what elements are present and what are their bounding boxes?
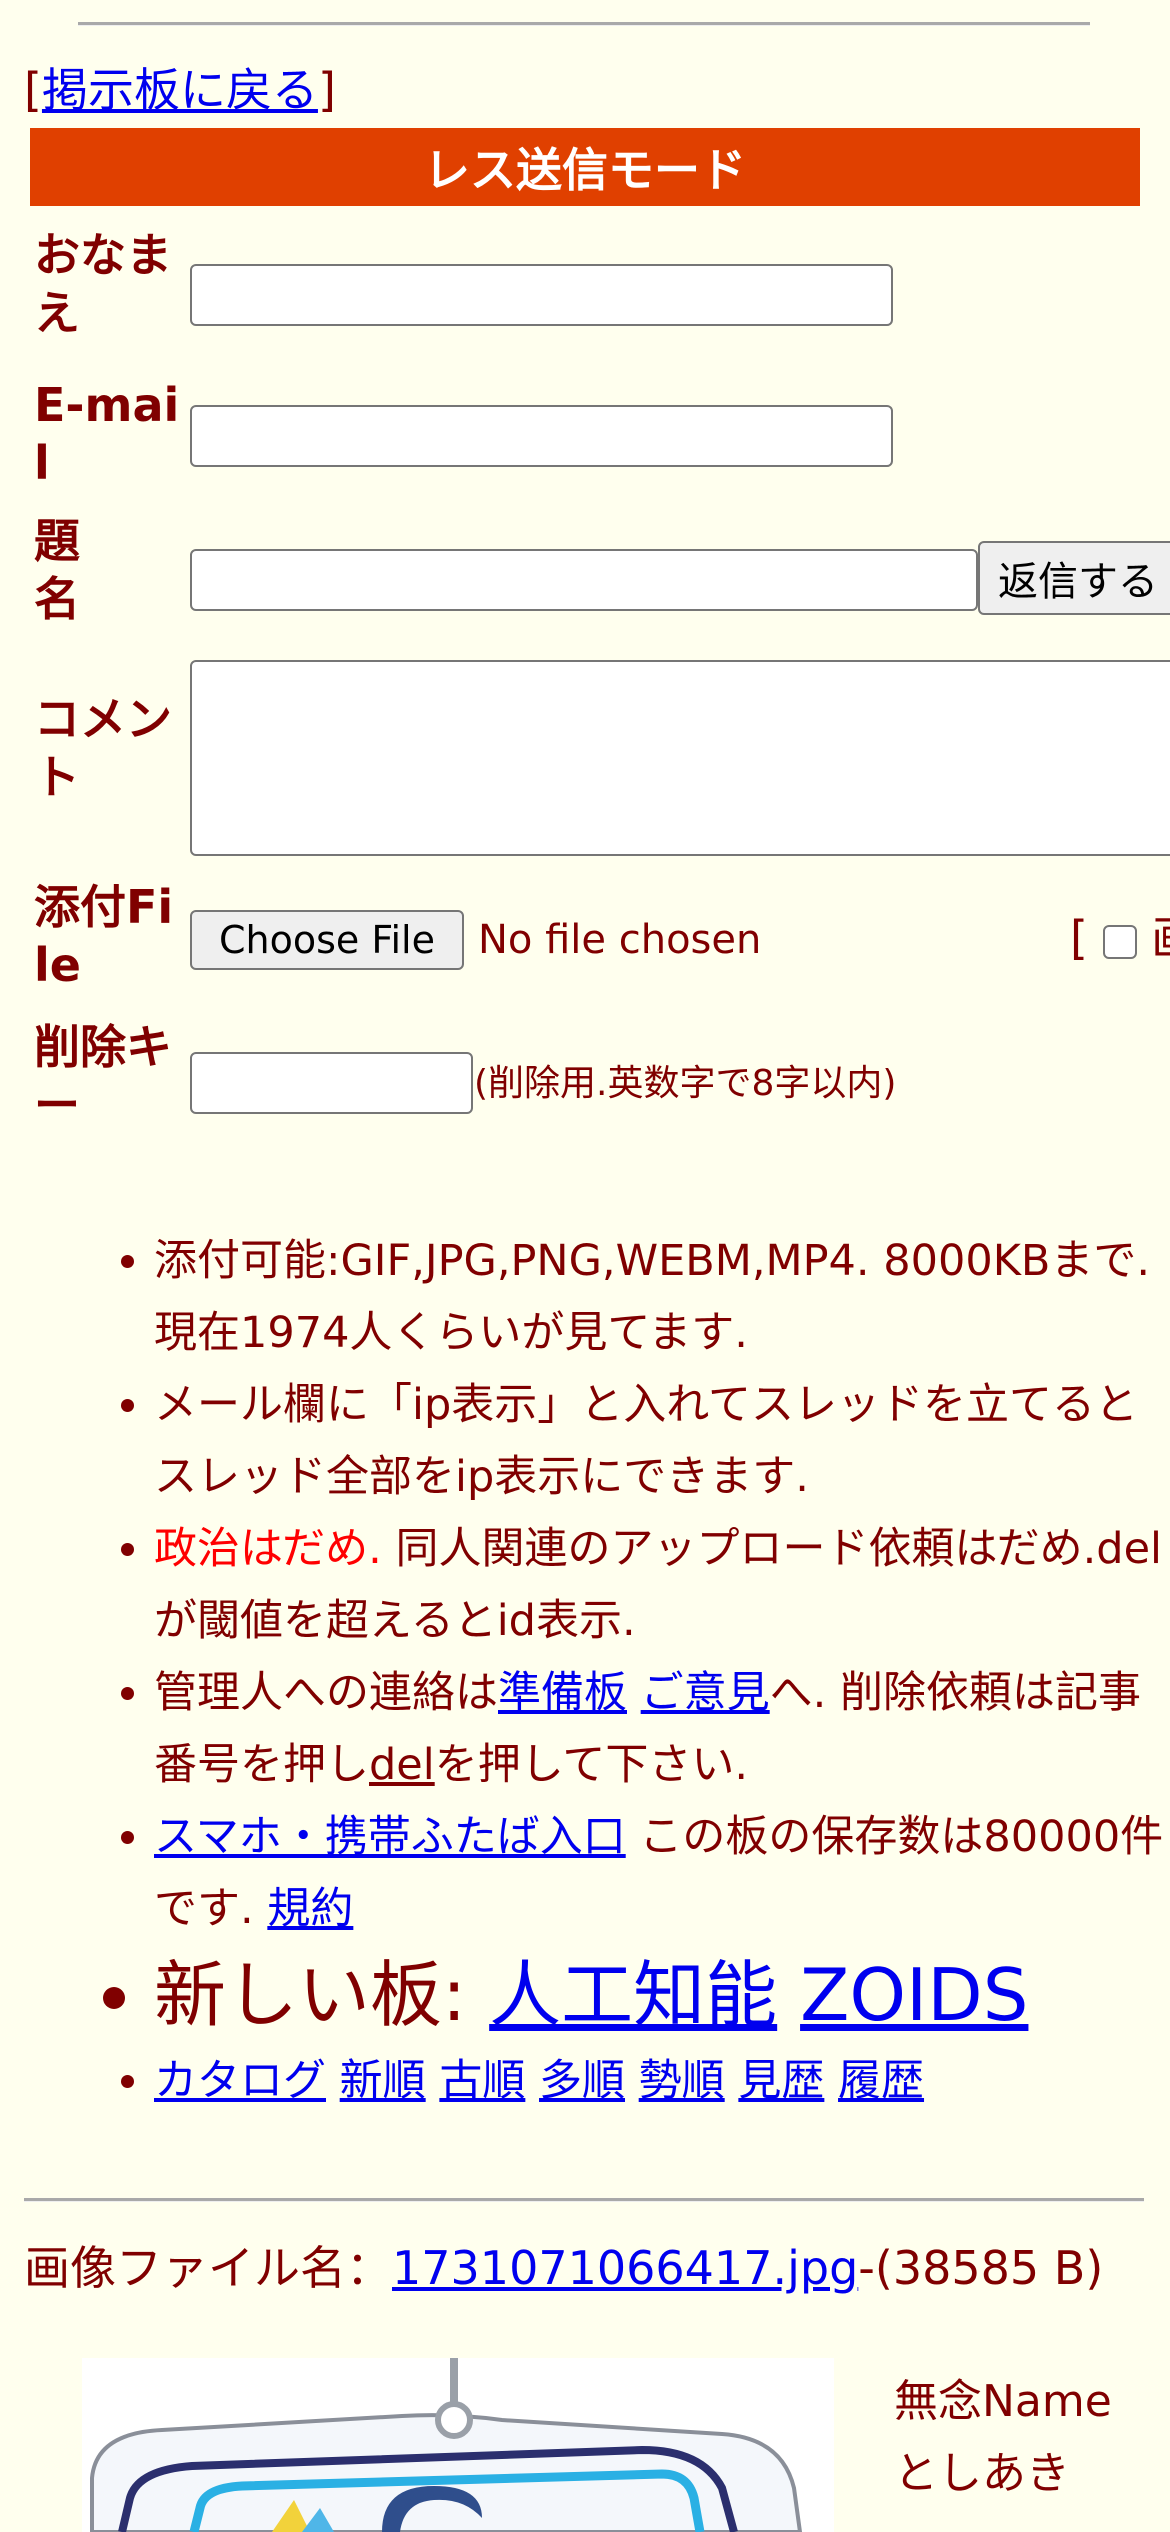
info-ip-display: メール欄に「ip表示」と入れてスレッドを立てるとスレッド全部をip表示にできます… (154, 1369, 1170, 1513)
back-to-board: [掲示板に戻る] (24, 63, 336, 117)
delete-key-label: 削除キー (34, 1020, 172, 1132)
terms-link[interactable]: 規約 (267, 1884, 353, 1934)
delete-key-hint: (削除用.英数字で8字以内) (474, 1063, 897, 1104)
info-rules: 政治はだめ. 同人関連のアップロード依頼はだめ.delが閾値を超えるとid表示. (154, 1513, 1170, 1657)
mobile-entry-link[interactable]: スマホ・携帯ふたば入口 (154, 1812, 626, 1862)
post-divider (24, 2198, 1144, 2202)
info-mobile: スマホ・携帯ふたば入口 この板の保存数は80000件です. 規約 (154, 1801, 1170, 1945)
name-label: おなまえ (34, 228, 172, 340)
email-label: E-mail (34, 378, 180, 490)
viewed-history-link[interactable]: 見歴 (738, 2056, 824, 2106)
del-link[interactable]: del (369, 1740, 435, 1790)
info-new-boards: 新しい板: 人工知能 ZOIDS (154, 1945, 1170, 2045)
keychain-image (82, 2358, 834, 2532)
info-contact: 管理人への連絡は準備板 ご意見へ. 削除依頼は記事番号を押しdelを押して下さい… (154, 1657, 1170, 1801)
file-label: 添付File (34, 880, 174, 992)
choose-file-button[interactable]: Choose File (190, 910, 464, 970)
comment-textarea[interactable] (190, 660, 1170, 856)
info-rules-warning: 政治はだめ. (154, 1524, 382, 1574)
sort-many-link[interactable]: 多順 (539, 2056, 625, 2106)
top-divider (78, 22, 1090, 26)
feedback-link[interactable]: ご意見 (641, 1668, 770, 1718)
sort-momentum-link[interactable]: 勢順 (639, 2056, 725, 2106)
subject-input[interactable] (190, 549, 978, 611)
info-attachments: 添付可能:GIF,JPG,PNG,WEBM,MP4. 8000KBまで. 現在1… (154, 1225, 1170, 1369)
email-input[interactable] (190, 405, 893, 467)
image-option-checkbox[interactable] (1102, 924, 1137, 959)
prep-board-link[interactable]: 準備板 (498, 1668, 627, 1718)
reply-submit-button[interactable]: 返信する (978, 541, 1170, 615)
delete-key-input[interactable] (190, 1052, 473, 1114)
ai-board-link[interactable]: 人工知能 (489, 1953, 777, 2037)
info-sort-links: カタログ 新順 古順 多順 勢順 見歴 履歴 (154, 2045, 1170, 2117)
catalog-link[interactable]: カタログ (154, 2056, 326, 2106)
comment-label: コメント (34, 692, 172, 804)
post-name-label: 無念Name としあき (894, 2376, 1112, 2499)
reply-mode-banner: レス送信モード (30, 128, 1140, 206)
post-file-info: 画像ファイル名：1731071066417.jpg-(38585 B) (24, 2241, 1104, 2295)
sort-new-link[interactable]: 新順 (340, 2056, 426, 2106)
back-to-board-link[interactable]: 掲示板に戻る (42, 63, 318, 117)
file-status: No file chosen (478, 917, 762, 963)
zoids-board-link[interactable]: ZOIDS (800, 1953, 1028, 2037)
post-history-link[interactable]: 履歴 (838, 2056, 924, 2106)
sort-old-link[interactable]: 古順 (439, 2056, 525, 2106)
board-info-list: 添付可能:GIF,JPG,PNG,WEBM,MP4. 8000KBまで. 現在1… (0, 1225, 1170, 2117)
image-option: [ 画 (1070, 908, 1170, 968)
post-file-link[interactable]: 1731071066417.jpg (392, 2241, 858, 2295)
subject-label: 題名 (34, 514, 80, 626)
post-thumbnail[interactable] (82, 2358, 834, 2532)
name-input[interactable] (190, 264, 893, 326)
